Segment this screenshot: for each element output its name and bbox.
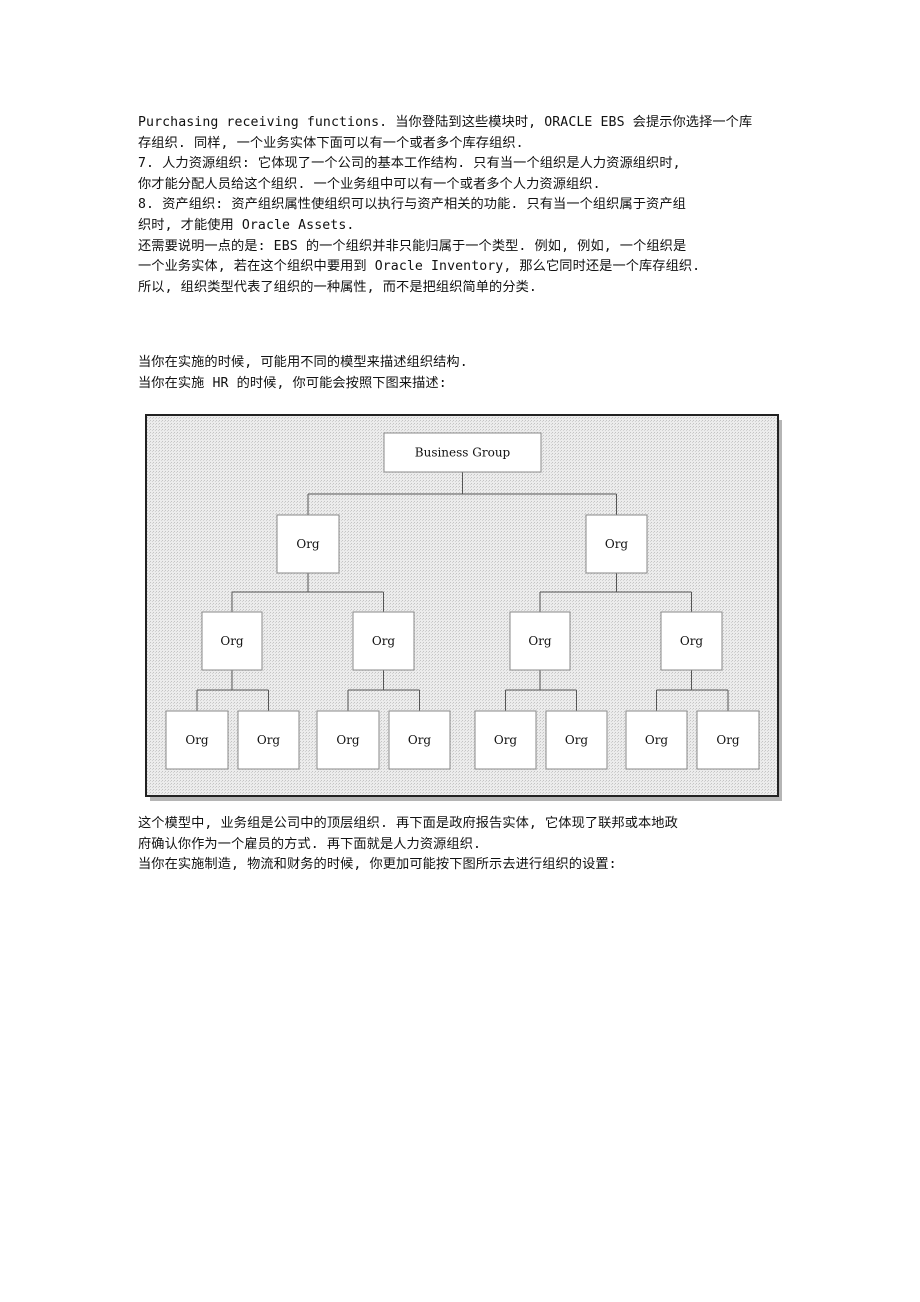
node-label: Org <box>605 537 629 551</box>
text-line: 你才能分配人员给这个组织. 一个业务组中可以有一个或者多个人力资源组织. <box>138 176 601 192</box>
org-node: Org <box>696 710 760 770</box>
org-node: Org <box>201 611 263 671</box>
text-line: 当你在实施的时候, 可能用不同的模型来描述组织结构. <box>138 355 468 370</box>
org-node: Org <box>352 611 415 671</box>
paragraph-block-mid: 当你在实施的时候, 可能用不同的模型来描述组织结构. 当你在实施 HR 的时候,… <box>138 353 468 394</box>
org-node: Org <box>237 710 300 770</box>
org-node: Org <box>585 514 648 574</box>
text-line: Purchasing receiving functions. 当你登陆到这些模… <box>138 115 753 130</box>
text-line: 这个模型中, 业务组是公司中的顶层组织. 再下面是政府报告实体, 它体现了联邦或… <box>138 816 678 831</box>
node-label: Org <box>372 634 396 648</box>
node-label: Org <box>220 634 244 648</box>
node-label: Org <box>716 733 740 747</box>
org-node: Org <box>165 710 229 770</box>
org-node: Org <box>509 611 571 671</box>
org-node: Org <box>388 710 451 770</box>
text-line: 存组织. 同样, 一个业务实体下面可以有一个或者多个库存组织. <box>138 135 524 151</box>
node-label: Org <box>296 537 320 551</box>
node-label: Business Group <box>415 446 511 460</box>
text-line: 所以, 组织类型代表了组织的一种属性, 而不是把组织简单的分类. <box>138 279 537 295</box>
org-node: Org <box>625 710 688 770</box>
node-label: Org <box>257 733 281 747</box>
text-line: 还需要说明一点的是: EBS 的一个组织并非只能归属于一个类型. 例如, 例如,… <box>138 238 687 254</box>
text-line: 织时, 才能使用 Oracle Assets. <box>138 217 355 233</box>
text-line: 一个业务实体, 若在这个组织中要用到 Oracle Inventory, 那么它… <box>138 259 701 275</box>
text-line: 府确认你作为一个雇员的方式. 再下面就是人力资源组织. <box>138 836 482 852</box>
text-line: 7. 人力资源组织: 它体现了一个公司的基本工作结构. 只有当一个组织是人力资源… <box>138 156 681 172</box>
node-label: Org <box>645 733 669 747</box>
business-group-node: Business Group <box>383 432 542 473</box>
org-node: Org <box>276 514 340 574</box>
paragraph-block-bottom: 这个模型中, 业务组是公司中的顶层组织. 再下面是政府报告实体, 它体现了联邦或… <box>138 814 678 876</box>
node-label: Org <box>408 733 432 747</box>
text-line: 当你在实施 HR 的时候, 你可能会按照下图来描述: <box>138 375 447 391</box>
node-label: Org <box>528 634 552 648</box>
org-node: Org <box>474 710 537 770</box>
node-label: Org <box>494 733 518 747</box>
text-line: 当你在实施制造, 物流和财务的时候, 你更加可能按下图所示去进行组织的设置: <box>138 857 617 873</box>
node-label: Org <box>336 733 360 747</box>
paragraph-block-top: Purchasing receiving functions. 当你登陆到这些模… <box>138 113 752 298</box>
text-line: 8. 资产组织: 资产组织属性使组织可以执行与资产相关的功能. 只有当一个组织属… <box>138 197 686 213</box>
node-label: Org <box>185 733 209 747</box>
org-hierarchy-diagram: Business Group Org Org Org Org Org Org Org Org Or… <box>145 414 782 801</box>
node-label: Org <box>565 733 589 747</box>
org-node: Org <box>660 611 723 671</box>
node-label: Org <box>680 634 704 648</box>
org-node: Org <box>545 710 608 770</box>
org-node: Org <box>316 710 380 770</box>
